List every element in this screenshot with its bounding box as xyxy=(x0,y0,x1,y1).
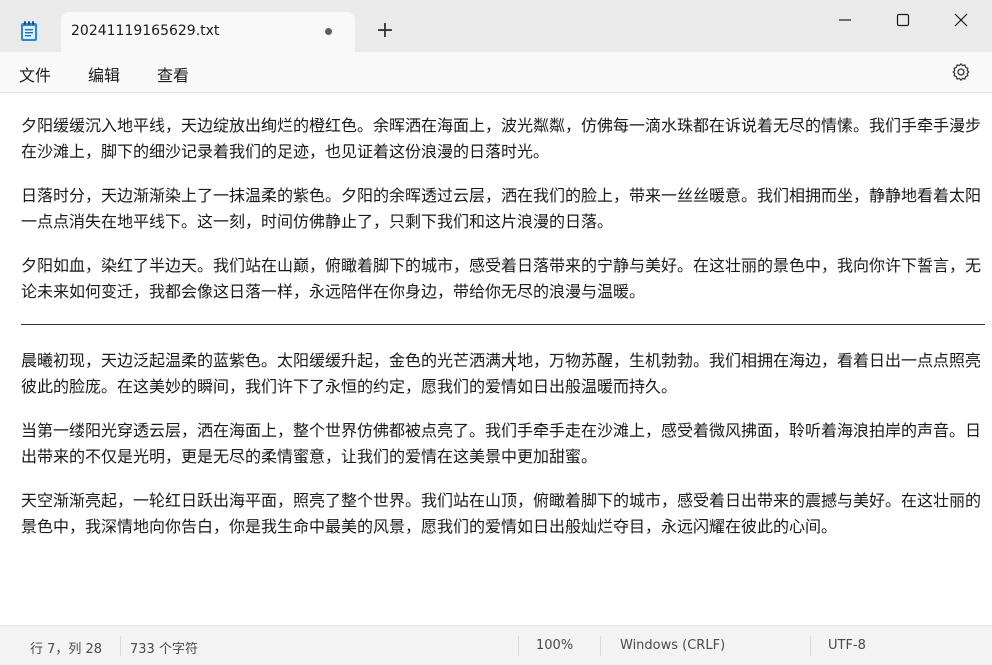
text-caret xyxy=(512,351,513,371)
status-separator xyxy=(120,636,121,656)
gear-icon[interactable] xyxy=(951,62,971,82)
tab-document[interactable]: 20241119165629.txt xyxy=(61,12,355,52)
line-ending[interactable]: Windows (CRLF) xyxy=(620,638,725,653)
encoding[interactable]: UTF-8 xyxy=(828,638,866,653)
close-icon xyxy=(954,13,968,27)
menu-bar: 文件 编辑 查看 xyxy=(0,52,992,93)
cursor-position[interactable]: 行 7，列 28 xyxy=(30,638,102,657)
character-count: 733 个字符 xyxy=(130,642,198,657)
text-paragraph: 日落时分，天边渐渐染上了一抹温柔的紫色。夕阳的余晖透过云层，洒在我们的脸上，带来… xyxy=(21,186,982,231)
new-tab-button[interactable]: + xyxy=(368,16,402,48)
zoom-level[interactable]: 100% xyxy=(536,638,573,653)
text-editor[interactable]: 夕阳缓缓沉入地平线，天边绽放出绚烂的橙红色。余晖洒在海面上，波光粼粼，仿佛每一滴… xyxy=(0,93,992,625)
status-separator xyxy=(600,636,601,656)
unsaved-dot-icon[interactable] xyxy=(325,28,332,35)
title-bar[interactable]: 20241119165629.txt + xyxy=(0,0,992,52)
text-paragraph: 天空渐渐亮起，一轮红日跃出海平面，照亮了整个世界。我们站在山顶，俯瞰着脚下的城市… xyxy=(21,491,982,536)
menu-file[interactable]: 文件 xyxy=(19,62,51,86)
text-paragraph: 夕阳缓缓沉入地平线，天边绽放出绚烂的橙红色。余晖洒在海面上，波光粼粼，仿佛每一滴… xyxy=(21,116,982,161)
close-button[interactable] xyxy=(932,0,990,38)
text-divider-line xyxy=(21,324,985,325)
text-paragraph: 夕阳如血，染红了半边天。我们站在山巅，俯瞰着脚下的城市，感受着日落带来的宁静与美… xyxy=(21,256,982,301)
menu-edit[interactable]: 编辑 xyxy=(88,62,120,86)
minimize-icon xyxy=(839,19,851,21)
maximize-icon xyxy=(896,13,910,27)
status-separator xyxy=(810,636,811,656)
minimize-button[interactable] xyxy=(816,0,874,38)
status-separator xyxy=(518,636,519,656)
maximize-button[interactable] xyxy=(874,0,932,38)
text-paragraph: 晨曦初现，天边泛起温柔的蓝紫色。太阳缓缓升起，金色的光芒洒满大地，万物苏醒，生机… xyxy=(21,351,982,396)
menu-view[interactable]: 查看 xyxy=(157,62,189,86)
status-bar: 行 7，列 28 733 个字符 100% Windows (CRLF) UTF… xyxy=(0,625,992,665)
notepad-icon xyxy=(21,21,37,41)
text-paragraph: 当第一缕阳光穿透云层，洒在海面上，整个世界仿佛都被点亮了。我们手牵手走在沙滩上，… xyxy=(21,421,982,466)
notepad-window: 20241119165629.txt + 文件 编辑 查看 夕阳缓缓沉入地平线，… xyxy=(0,0,992,665)
tab-title: 20241119165629.txt xyxy=(71,23,220,39)
